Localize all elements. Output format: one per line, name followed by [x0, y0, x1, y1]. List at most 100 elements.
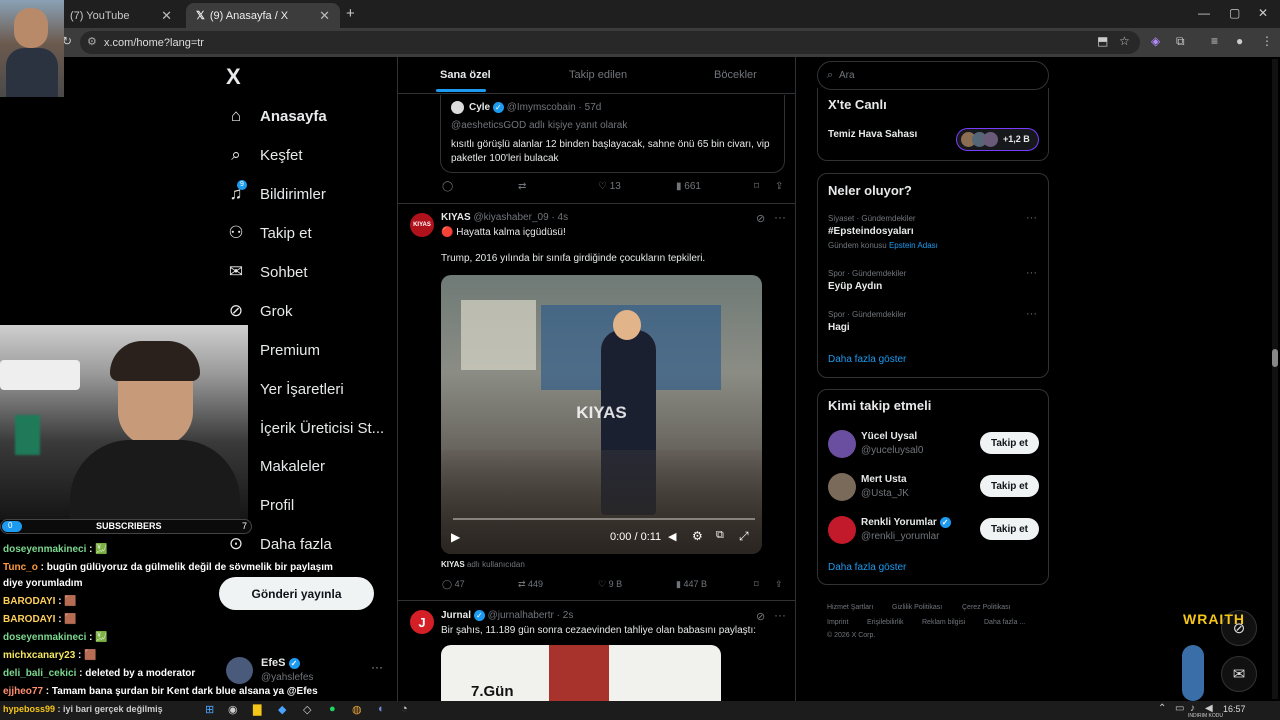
scrollbar-thumb[interactable]: [1272, 349, 1278, 367]
bookmark-star-icon[interactable]: ☆: [1119, 34, 1130, 48]
discord-icon[interactable]: ◐: [378, 703, 385, 715]
avatar[interactable]: [828, 430, 856, 458]
views-button[interactable]: ▮ 661: [676, 181, 701, 192]
settings-icon[interactable]: ⚙: [692, 529, 703, 543]
tray-chevron-icon[interactable]: ⌃: [1158, 703, 1166, 714]
media-control-icon[interactable]: ≡: [1211, 34, 1218, 48]
share-icon[interactable]: ⇪: [775, 181, 783, 192]
more-dots-icon[interactable]: ···: [1026, 267, 1037, 279]
reply-icon[interactable]: ◯: [442, 181, 453, 192]
install-app-icon[interactable]: ⬒: [1097, 34, 1108, 48]
like-button[interactable]: ♡ 13: [598, 181, 621, 192]
close-window-icon[interactable]: ✕: [1258, 6, 1268, 20]
tab-following[interactable]: Takip edilen: [569, 69, 627, 81]
footer-link[interactable]: Reklam bilgisi: [922, 615, 965, 631]
follow-name[interactable]: Mert Usta: [861, 474, 907, 485]
more-dots-icon[interactable]: ···: [774, 608, 786, 622]
nav-item-more[interactable]: ⊙ Daha fazla: [226, 534, 332, 554]
trend-item[interactable]: Spor · Gündemdekiler Eyüp Aydın ···: [818, 267, 1048, 297]
bookmark-icon[interactable]: ⌑: [754, 579, 759, 590]
more-dots-icon[interactable]: ···: [1026, 308, 1037, 320]
account-switcher[interactable]: EfeS ✓ @yahslefes ···: [226, 656, 396, 686]
follow-button[interactable]: Takip et: [980, 518, 1039, 540]
live-listeners[interactable]: +1,2 B: [956, 128, 1039, 151]
tab-for-you[interactable]: Sana özel: [440, 69, 491, 81]
nav-item-creator-studio[interactable]: ▤İçerik Üreticisi St...: [226, 418, 384, 438]
close-tab-icon[interactable]: ✕: [161, 8, 172, 24]
trend-item[interactable]: Siyaset · Gündemdekiler #Epsteindosyalar…: [818, 212, 1048, 257]
nav-item-chat[interactable]: ✉ Sohbet: [226, 262, 308, 282]
grok-post-icon[interactable]: ⊘: [756, 610, 765, 623]
file-explorer-icon[interactable]: ▇: [253, 703, 261, 716]
follow-button[interactable]: Takip et: [980, 432, 1039, 454]
trend-item[interactable]: Spor · Gündemdekiler Hagi ···: [818, 308, 1048, 338]
extensions-puzzle-icon[interactable]: ⧉: [1176, 34, 1185, 49]
footer-link[interactable]: Daha fazla ...: [984, 615, 1025, 631]
start-icon[interactable]: ⊞: [205, 703, 214, 716]
avatar[interactable]: [828, 516, 856, 544]
video-credit[interactable]: KIYAS adlı kullanıcıdan: [441, 560, 525, 569]
more-dots-icon[interactable]: ···: [1026, 212, 1037, 224]
nav-item-home[interactable]: ⌂ Anasayfa: [226, 106, 327, 126]
x-logo-icon[interactable]: X: [226, 64, 241, 90]
page-scrollbar[interactable]: [1272, 59, 1278, 699]
footer-link[interactable]: Gizlilik Politikası: [892, 600, 942, 616]
taskbar-app-icon[interactable]: ◇: [303, 703, 311, 716]
post-button[interactable]: Gönderi yayınla: [219, 577, 374, 610]
follow-button[interactable]: Takip et: [980, 475, 1039, 497]
browser-menu-icon[interactable]: ⋮: [1261, 34, 1273, 48]
video-progress-bar[interactable]: [453, 518, 755, 520]
extension-icon[interactable]: ◈: [1151, 34, 1160, 48]
footer-link[interactable]: Çerez Politikası: [962, 600, 1011, 616]
nav-item-follow[interactable]: ⚇ Takip et: [226, 223, 311, 243]
repost-button[interactable]: ⇄ 449: [518, 579, 543, 590]
follow-show-more[interactable]: Daha fazla göster: [828, 562, 906, 573]
maximize-icon[interactable]: ▢: [1229, 6, 1240, 20]
taskbar-app-icon[interactable]: ◆: [278, 703, 286, 716]
spotify-icon[interactable]: ●: [329, 703, 336, 715]
minimize-icon[interactable]: —: [1198, 6, 1210, 20]
nav-item-grok[interactable]: ⊘ Grok: [226, 301, 293, 321]
volume-icon[interactable]: ◀: [668, 530, 676, 543]
play-icon[interactable]: ▶: [451, 530, 460, 544]
clock[interactable]: 16:57: [1223, 704, 1246, 714]
tab-youtube[interactable]: (7) YouTube ✕: [60, 3, 182, 28]
reply-button[interactable]: ◯ 47: [442, 579, 465, 590]
search-input[interactable]: Ara: [839, 70, 855, 81]
live-item[interactable]: Temiz Hava Sahası: [828, 129, 917, 140]
quoted-tweet[interactable]: Cyle ✓ @Imymscobain · 57d @aesheticsGOD …: [440, 95, 785, 173]
site-info-icon[interactable]: ⚙: [87, 35, 97, 48]
address-bar[interactable]: ⚙ x.com/home?lang=tr: [80, 31, 1140, 54]
tab-x-home[interactable]: 𝕏 (9) Anasayfa / X ✕: [186, 3, 340, 28]
grok-post-icon[interactable]: ⊘: [756, 212, 765, 225]
close-tab-icon[interactable]: ✕: [319, 8, 330, 24]
more-dots-icon[interactable]: ···: [371, 660, 383, 674]
taskbar-app-icon[interactable]: ◔: [401, 703, 408, 715]
avatar[interactable]: [828, 473, 856, 501]
bookmark-icon[interactable]: ⌑: [754, 181, 759, 192]
taskbar-app-icon[interactable]: ◉: [228, 703, 238, 716]
follow-name[interactable]: Yücel Uysal: [861, 431, 917, 442]
views-button[interactable]: ▮ 447 B: [676, 579, 707, 590]
chrome-icon[interactable]: ◍: [352, 703, 362, 716]
profile-icon[interactable]: ●: [1236, 34, 1243, 48]
avatar[interactable]: KIYAS: [410, 213, 434, 237]
new-tab-button[interactable]: +: [346, 5, 355, 22]
trends-show-more[interactable]: Daha fazla göster: [828, 354, 906, 365]
footer-link[interactable]: Hizmet Şartları: [827, 600, 873, 616]
nav-item-explore[interactable]: ⌕ Keşfet: [226, 145, 302, 165]
post-media[interactable]: 7.Gün: [441, 645, 721, 703]
tab-bocekler[interactable]: Böcekler: [714, 69, 757, 81]
messages-float-icon[interactable]: ✉: [1221, 656, 1257, 692]
search-box[interactable]: ⌕ Ara: [817, 61, 1049, 90]
share-icon[interactable]: ⇪: [775, 579, 783, 590]
follow-name[interactable]: Renkli Yorumlar ✓: [861, 517, 951, 528]
avatar[interactable]: J: [410, 610, 434, 634]
more-dots-icon[interactable]: ···: [774, 210, 786, 224]
nav-item-notifications[interactable]: ♫ 9 Bildirimler: [226, 180, 326, 204]
video-player[interactable]: KIYAS ▶ 0:00 / 0:11 ◀ ⚙ ⧉ ⤢: [441, 275, 762, 554]
network-icon[interactable]: ▭: [1175, 703, 1184, 714]
fullscreen-icon[interactable]: ⤢: [739, 529, 749, 544]
like-button[interactable]: ♡ 9 B: [598, 579, 622, 590]
pip-icon[interactable]: ⧉: [716, 529, 724, 542]
